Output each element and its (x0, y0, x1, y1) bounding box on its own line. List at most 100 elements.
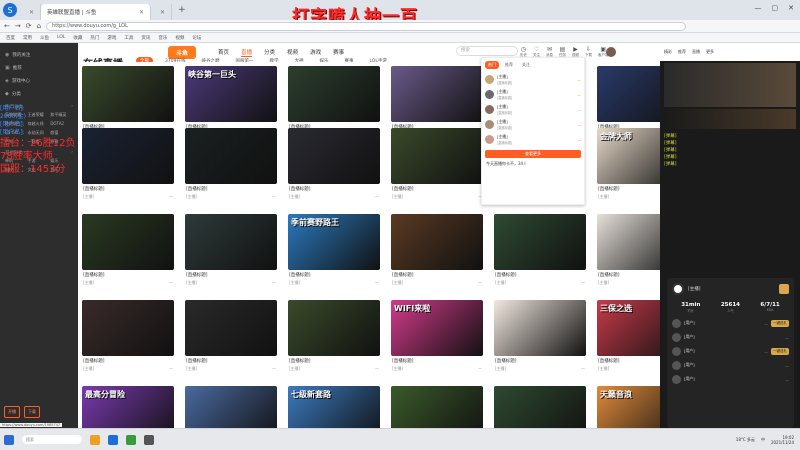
stream-thumbnail[interactable] (185, 214, 277, 270)
bookmark-item[interactable]: 斗鱼 (40, 35, 49, 41)
avatar[interactable] (606, 47, 616, 57)
stream-thumbnail[interactable]: WIFI来啦 (391, 300, 483, 356)
minimize-button[interactable]: — (755, 4, 762, 12)
stream-thumbnail[interactable] (494, 300, 586, 356)
stream-title[interactable]: [直播标题] (289, 186, 379, 192)
avatar[interactable] (485, 135, 494, 144)
bookmark-item[interactable]: 常用 (23, 35, 32, 41)
forward-icon[interactable]: → (15, 22, 21, 30)
back-icon[interactable]: ← (4, 22, 10, 30)
streamer-name[interactable]: [主播] (392, 194, 403, 200)
stream-title[interactable]: [直播标题] (598, 358, 660, 364)
site-search-input[interactable]: 搜索 (456, 46, 518, 56)
stream-thumbnail[interactable] (391, 128, 483, 184)
bookmark-item[interactable]: LOL (57, 35, 65, 40)
streamer-name[interactable]: [主播] (495, 366, 506, 372)
stream-card[interactable]: [直播标题][主播]— (288, 300, 380, 378)
right-strip-tab[interactable]: 更多 (706, 49, 714, 55)
stream-title[interactable]: [直播标题] (598, 272, 660, 278)
stream-card[interactable]: [直播标题][主播]— (82, 214, 174, 292)
taskbar-search[interactable]: 搜索 (22, 435, 82, 444)
stream-card[interactable]: 金牌大师 [直播标题] [主播]— (597, 128, 660, 206)
streamer-name[interactable]: [主播] (289, 194, 300, 200)
stream-card[interactable]: [直播标题][主播]— (494, 386, 586, 428)
right-strip-tab[interactable]: 精彩 (664, 49, 672, 55)
stream-thumbnail[interactable] (391, 66, 483, 122)
url-input[interactable]: https://www.douyu.com/g_LOL (46, 21, 687, 31)
hot-tab[interactable]: 推荐 (502, 61, 516, 69)
stream-thumbnail[interactable]: 七级新套路 (288, 386, 380, 428)
right-strip-tab[interactable]: 推荐 (678, 49, 686, 55)
stream-thumbnail[interactable] (288, 128, 380, 184)
bookmark-item[interactable]: 收藏 (73, 35, 82, 41)
stream-thumbnail[interactable] (494, 214, 586, 270)
stream-title[interactable]: [直播标题] (83, 186, 173, 192)
browser-icon[interactable] (108, 434, 118, 445)
rank-row[interactable]: [用户] — (667, 372, 794, 386)
streamer-name[interactable]: [主播] (186, 366, 197, 372)
streamer-name[interactable]: [主播] (186, 280, 197, 286)
stream-card[interactable]: [直播标题][主播]— (391, 128, 483, 206)
stream-title[interactable]: [直播标题] (186, 186, 276, 192)
sidebar-item[interactable]: ◉ 我的关注 (0, 48, 78, 61)
nav-item[interactable]: 游戏 (310, 48, 321, 57)
streamer-name[interactable]: [主播] (83, 366, 94, 372)
close-icon[interactable]: ✕ (29, 9, 34, 16)
sidebar-item[interactable]: ▣ 推荐 (0, 61, 78, 74)
stream-thumbnail[interactable] (494, 386, 586, 428)
gift-button[interactable]: 一键送礼 (771, 319, 789, 327)
stream-card[interactable]: [直播标题][主播]— (494, 214, 586, 292)
stream-title[interactable]: [直播标题] (289, 358, 379, 364)
stream-thumbnail[interactable] (82, 214, 174, 270)
download-button[interactable]: 下载 (24, 406, 40, 418)
stream-card[interactable]: 季前赛野路王 [直播标题] [主播] — (288, 214, 380, 292)
streamer-name[interactable]: [主播] (495, 280, 506, 286)
stream-title[interactable]: [直播标题] (392, 272, 482, 278)
stream-thumbnail[interactable] (185, 386, 277, 428)
stream-thumbnail[interactable] (664, 63, 796, 107)
stream-card[interactable]: [直播标题][主播]— (391, 386, 483, 428)
stream-title[interactable]: [直播标题] (495, 358, 585, 364)
hot-list-item[interactable]: [主播] [直播标题] — (482, 102, 584, 117)
avatar[interactable] (672, 318, 681, 328)
close-window-button[interactable]: ✕ (788, 4, 794, 12)
app-icon[interactable] (144, 434, 154, 445)
bookmark-item[interactable]: 工具 (124, 35, 133, 41)
avatar[interactable] (672, 360, 681, 370)
stream-title[interactable]: [直播标题] (83, 358, 173, 364)
stream-thumbnail[interactable] (82, 300, 174, 356)
stream-thumbnail[interactable]: 金牌大师 (597, 128, 660, 184)
bookmark-item[interactable]: 视频 (175, 35, 184, 41)
new-tab-button[interactable]: + (172, 5, 192, 15)
stream-title[interactable]: [直播标题] (392, 358, 482, 364)
nav-item[interactable]: 分类 (264, 48, 275, 57)
bookmark-item[interactable]: 百度 (6, 35, 15, 41)
stream-card[interactable]: WIFI来啦 [直播标题] [主播] — (391, 300, 483, 378)
streamer-name[interactable]: [主播] (392, 280, 403, 286)
stream-thumbnail[interactable] (288, 66, 380, 122)
avatar[interactable] (672, 346, 681, 356)
stream-thumbnail[interactable] (391, 386, 483, 428)
stream-thumbnail[interactable] (82, 128, 174, 184)
stream-card[interactable]: 最高分冒险[直播标题][主播]— (82, 386, 174, 428)
gift-button[interactable]: 一键送礼 (771, 347, 789, 355)
avatar[interactable] (672, 332, 681, 342)
stream-thumbnail[interactable]: 季前赛野路王 (288, 214, 380, 270)
streamer-name[interactable]: [主播] (289, 280, 300, 286)
bookmark-item[interactable]: 资讯 (141, 35, 150, 41)
avatar[interactable] (672, 283, 684, 295)
download-icon[interactable]: ⇩ 下载 (585, 46, 592, 58)
stream-thumbnail[interactable] (288, 300, 380, 356)
stream-card[interactable]: [直播标题][主播]— (82, 300, 174, 378)
stream-title[interactable]: [直播标题] (83, 272, 173, 278)
streamer-name[interactable]: [主播] (598, 280, 609, 286)
stream-card[interactable]: [直播标题][主播]— (185, 386, 277, 428)
bookmark-item[interactable]: 热门 (90, 35, 99, 41)
nav-item[interactable]: 视频 (287, 48, 298, 57)
streamer-name[interactable]: [主播] (83, 280, 94, 286)
nav-item[interactable]: 赛事 (333, 48, 344, 57)
app-icon[interactable] (126, 434, 136, 445)
stream-thumbnail[interactable] (391, 214, 483, 270)
avatar[interactable] (485, 75, 494, 84)
rank-row[interactable]: [用户] — (667, 358, 794, 372)
